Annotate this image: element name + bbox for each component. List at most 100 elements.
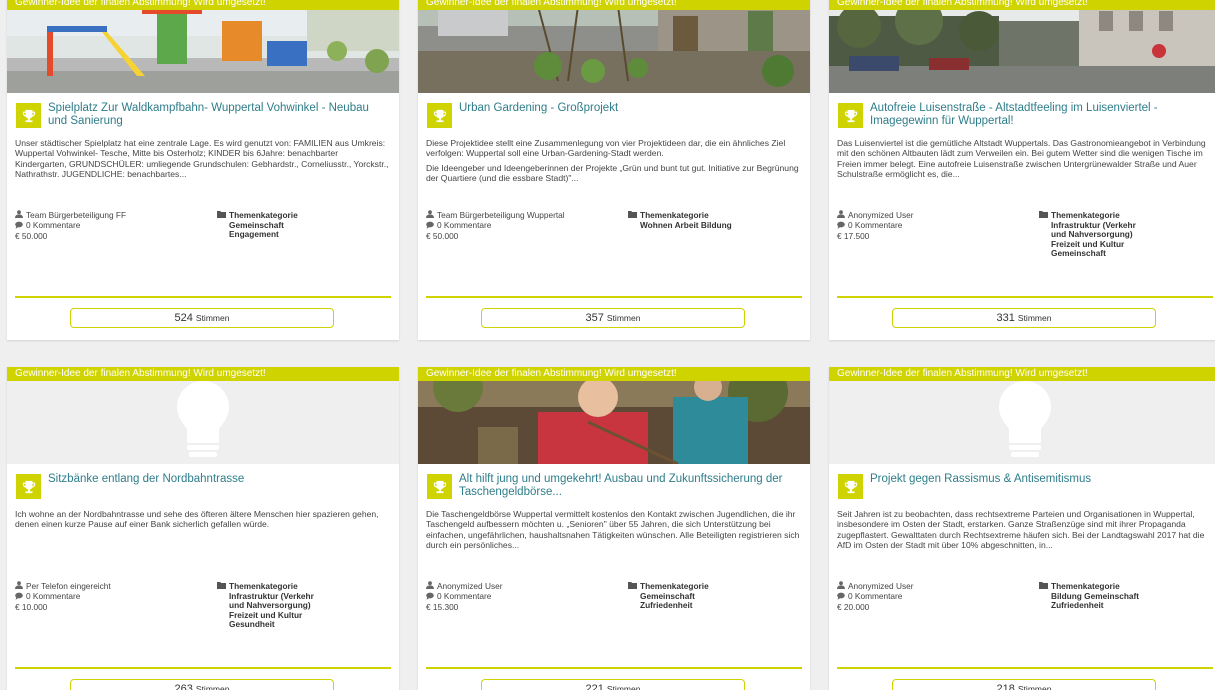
category-item[interactable]: Zufriedenheit: [1051, 601, 1209, 611]
winner-banner: Gewinner-Idee der finalen Abstimmung! Wi…: [7, 367, 399, 381]
category-item[interactable]: Gesundheit: [229, 620, 387, 630]
winner-banner: Gewinner-Idee der finalen Abstimmung! Wi…: [829, 0, 1215, 10]
project-author[interactable]: Anonymized User: [848, 210, 913, 221]
comment-count[interactable]: 0 Kommentare: [437, 220, 491, 231]
description-paragraph: Ich wohne an der Nordbahntrasse und sehe…: [15, 509, 379, 530]
project-image[interactable]: [418, 367, 810, 464]
project-meta: Team Bürgerbeteiligung Wuppertal 0 Komme…: [426, 210, 626, 241]
vote-button[interactable]: 263 Stimmen: [70, 679, 334, 690]
winner-banner: Gewinner-Idee der finalen Abstimmung! Wi…: [7, 0, 399, 10]
project-description: Die Taschengeldbörse Wuppertal vermittel…: [426, 509, 800, 555]
category-block: Themenkategorie Infrastruktur (Verkehr un…: [217, 581, 387, 630]
category-heading: Themenkategorie: [1051, 209, 1120, 220]
category-item[interactable]: Zufriedenheit: [640, 601, 798, 611]
comment-count[interactable]: 0 Kommentare: [437, 591, 491, 602]
vote-count: 357: [585, 312, 604, 324]
winner-banner: Gewinner-Idee der finalen Abstimmung! Wi…: [418, 0, 810, 10]
project-author[interactable]: Team Bürgerbeteiligung Wuppertal: [437, 210, 565, 221]
divider: [426, 667, 802, 669]
vote-count: 524: [174, 312, 193, 324]
project-title[interactable]: Projekt gegen Rassismus & Antisemitismus: [870, 473, 1211, 486]
category-block: Themenkategorie Bildung Gemeinschaft Zufr…: [1039, 581, 1209, 611]
description-paragraph: Das Luisenviertel ist die gemütliche Alt…: [837, 138, 1206, 180]
project-card[interactable]: Gewinner-Idee der finalen Abstimmung! Wi…: [7, 0, 399, 340]
comment-count[interactable]: 0 Kommentare: [26, 591, 80, 602]
project-card[interactable]: Gewinner-Idee der finalen Abstimmung! Wi…: [7, 367, 399, 690]
winner-banner: Gewinner-Idee der finalen Abstimmung! Wi…: [829, 367, 1215, 381]
project-budget: € 50.000: [15, 230, 48, 241]
vote-button[interactable]: 524 Stimmen: [70, 308, 334, 328]
project-title[interactable]: Urban Gardening - Großprojekt: [459, 102, 800, 115]
category-item[interactable]: Wohnen Arbeit Bildung: [640, 220, 798, 231]
project-description: Seit Jahren ist zu beobachten, dass rech…: [837, 509, 1211, 555]
user-icon: [426, 210, 434, 221]
category-heading: Themenkategorie: [640, 580, 709, 591]
project-author[interactable]: Anonymized User: [437, 581, 502, 592]
folder-icon: [1039, 581, 1048, 592]
project-meta: Anonymized User 0 Kommentare € 17.500: [837, 210, 1037, 241]
project-title[interactable]: Autofreie Luisenstraße - Altstadtfeeling…: [870, 102, 1211, 128]
vote-label: Stimmen: [606, 313, 641, 323]
vote-button[interactable]: 221 Stimmen: [481, 679, 745, 690]
vote-button[interactable]: 357 Stimmen: [481, 308, 745, 328]
vote-count: 263: [174, 683, 193, 690]
project-title[interactable]: Sitzbänke entlang der Nordbahntrasse: [48, 473, 389, 486]
category-list: Infrastruktur (Verkehr und Nahversorgung)…: [217, 591, 387, 630]
divider: [15, 296, 391, 298]
vote-label: Stimmen: [606, 684, 641, 690]
project-title[interactable]: Alt hilft jung und umgekehrt! Ausbau und…: [459, 473, 800, 499]
category-block: Themenkategorie Wohnen Arbeit Bildung: [628, 210, 798, 230]
description-paragraph: Unser städtischer Spielplatz hat eine ze…: [15, 138, 389, 180]
category-item[interactable]: Engagement: [229, 230, 387, 240]
project-image[interactable]: [829, 0, 1215, 93]
project-author[interactable]: Team Bürgerbeteiligung FF: [26, 210, 126, 221]
vote-label: Stimmen: [195, 313, 230, 323]
divider: [426, 296, 802, 298]
comment-count[interactable]: 0 Kommentare: [848, 220, 902, 231]
title-row: Autofreie Luisenstraße - Altstadtfeeling…: [829, 97, 1215, 135]
comment-count[interactable]: 0 Kommentare: [848, 591, 902, 602]
vote-count: 221: [585, 683, 604, 690]
trophy-icon: [838, 474, 863, 499]
trophy-icon: [16, 474, 41, 499]
project-card[interactable]: Gewinner-Idee der finalen Abstimmung! Wi…: [829, 0, 1215, 340]
vote-button[interactable]: 331 Stimmen: [892, 308, 1156, 328]
folder-icon: [217, 210, 226, 221]
comment-icon: [15, 592, 23, 603]
project-image[interactable]: [7, 367, 399, 464]
project-author[interactable]: Per Telefon eingereicht: [26, 581, 111, 592]
vote-button[interactable]: 218 Stimmen: [892, 679, 1156, 690]
title-row: Projekt gegen Rassismus & Antisemitismus: [829, 468, 1215, 506]
project-card[interactable]: Gewinner-Idee der finalen Abstimmung! Wi…: [829, 367, 1215, 690]
user-icon: [837, 581, 845, 592]
folder-icon: [1039, 210, 1048, 221]
project-budget: € 50.000: [426, 230, 459, 241]
description-paragraph: Die Ideengeber und Ideengeberinnen der P…: [426, 162, 799, 184]
project-image[interactable]: [829, 367, 1215, 464]
comment-icon: [837, 592, 845, 603]
trophy-icon: [427, 103, 452, 128]
divider: [15, 667, 391, 669]
project-title[interactable]: Spielplatz Zur Waldkampfbahn- Wuppertal …: [48, 102, 389, 128]
project-budget: € 20.000: [837, 601, 870, 612]
project-author[interactable]: Anonymized User: [848, 581, 913, 592]
category-item[interactable]: Gemeinschaft: [1051, 249, 1209, 259]
project-meta: Per Telefon eingereicht 0 Kommentare € 1…: [15, 581, 215, 612]
comment-count[interactable]: 0 Kommentare: [26, 220, 80, 231]
project-description: Das Luisenviertel ist die gemütliche Alt…: [837, 138, 1211, 184]
winner-banner: Gewinner-Idee der finalen Abstimmung! Wi…: [418, 367, 810, 381]
project-description: Unser städtischer Spielplatz hat eine ze…: [15, 138, 389, 184]
comment-icon: [426, 221, 434, 232]
project-image[interactable]: [7, 0, 399, 93]
category-list: Gemeinschaft Zufriedenheit: [628, 591, 798, 611]
category-block: Themenkategorie Gemeinschaft Zufriedenhei…: [628, 581, 798, 611]
project-meta: Anonymized User 0 Kommentare € 20.000: [837, 581, 1037, 612]
category-list: Wohnen Arbeit Bildung: [628, 220, 798, 231]
comment-icon: [426, 592, 434, 603]
user-icon: [837, 210, 845, 221]
vote-count: 331: [996, 312, 1015, 324]
project-card[interactable]: Gewinner-Idee der finalen Abstimmung! Wi…: [418, 367, 810, 690]
project-image[interactable]: [418, 0, 810, 93]
project-card[interactable]: Gewinner-Idee der finalen Abstimmung! Wi…: [418, 0, 810, 340]
divider: [837, 667, 1213, 669]
